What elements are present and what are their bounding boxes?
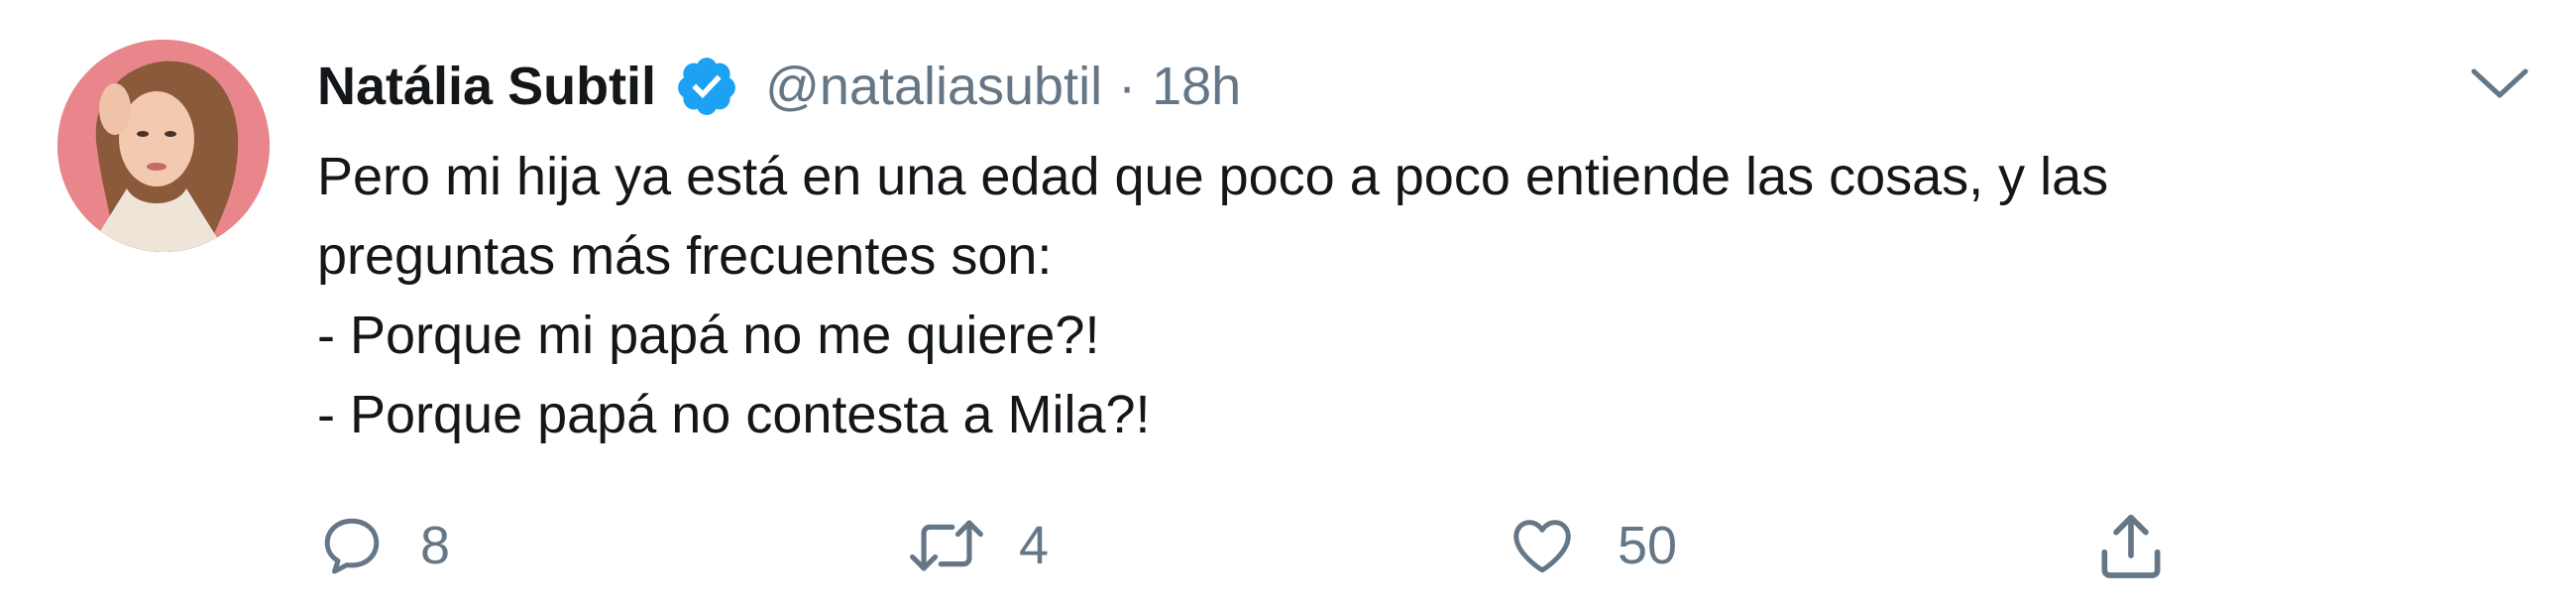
- author-avatar[interactable]: [57, 40, 270, 252]
- retweet-count: 4: [1019, 516, 1050, 575]
- chevron-down-icon[interactable]: [2466, 58, 2533, 107]
- verified-badge-icon: [678, 58, 735, 115]
- reply-icon: [324, 518, 380, 574]
- reply-count: 8: [420, 516, 451, 575]
- reply-button[interactable]: 8: [317, 506, 450, 585]
- tweet-text-line: - Porque mi papá no me quiere?!: [317, 306, 1100, 365]
- author-handle[interactable]: @nataliasubtil: [765, 56, 1102, 117]
- tweet-text-line: - Porque papá no contesta a Mila?!: [317, 385, 1151, 444]
- retweet-icon: [910, 520, 983, 571]
- like-count: 50: [1618, 516, 1678, 575]
- separator-dot: ·: [1118, 57, 1137, 116]
- tweet-text-line: Pero mi hija ya está en una edad que poc…: [317, 147, 2109, 206]
- profile-photo-icon: [57, 40, 270, 252]
- tweet-text: Pero mi hija ya está en una edad que poc…: [317, 137, 2498, 454]
- tweet-card[interactable]: Natália Subtil @nataliasubtil · 18h Pero…: [0, 0, 2576, 615]
- share-button[interactable]: [2091, 506, 2171, 585]
- tweet-timestamp[interactable]: 18h: [1152, 56, 1241, 117]
- heart-icon: [1513, 520, 1571, 573]
- author-display-name[interactable]: Natália Subtil: [317, 56, 656, 117]
- tweet-text-line: preguntas más frecuentes son:: [317, 226, 1053, 286]
- like-button[interactable]: 50: [1507, 506, 1677, 585]
- retweet-button[interactable]: 4: [904, 506, 1049, 585]
- tweet-header: Natália Subtil @nataliasubtil · 18h: [317, 42, 1241, 131]
- share-icon: [2101, 514, 2161, 578]
